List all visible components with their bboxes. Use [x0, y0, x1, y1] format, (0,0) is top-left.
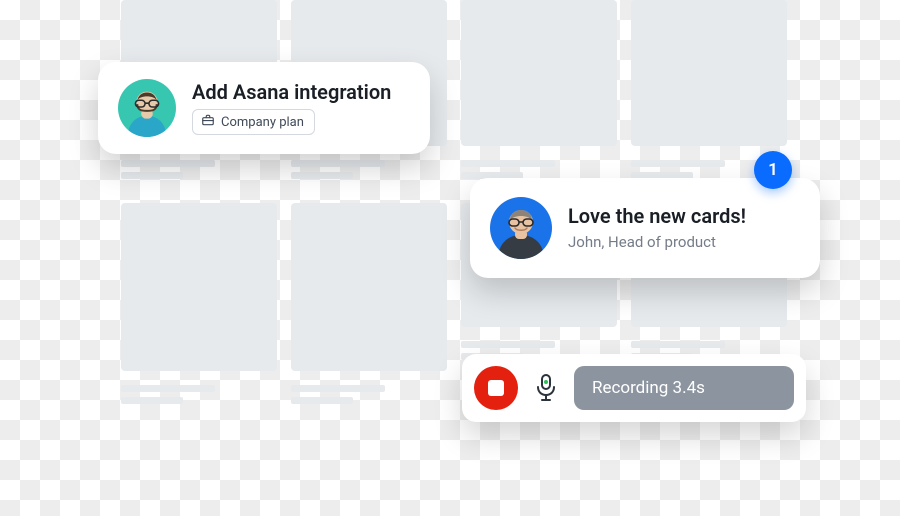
- ghost-card: [291, 203, 447, 371]
- ghost-card: [121, 203, 277, 371]
- recording-label: Recording 3.4s: [592, 378, 705, 398]
- board-column: [121, 0, 277, 404]
- ghost-meta: [121, 160, 277, 179]
- stop-button[interactable]: [474, 366, 518, 410]
- ghost-card: [631, 0, 787, 146]
- briefcase-icon: [201, 113, 215, 131]
- comment-bubble-love-cards[interactable]: Love the new cards! John, Head of produc…: [470, 178, 820, 278]
- recording-bar: Recording 3.4s: [462, 354, 806, 422]
- ghost-meta: [291, 160, 447, 179]
- stop-icon: [488, 380, 504, 396]
- ghost-card: [461, 0, 617, 146]
- board-column: [291, 0, 447, 404]
- microphone-icon[interactable]: [530, 373, 562, 403]
- notification-badge[interactable]: 1: [754, 151, 792, 189]
- avatar: [490, 197, 552, 259]
- ghost-meta: [291, 385, 447, 404]
- comment-subtitle: John, Head of product: [568, 233, 746, 251]
- tag-label: Company plan: [221, 115, 304, 130]
- comment-title: Add Asana integration: [192, 81, 391, 103]
- badge-count: 1: [768, 160, 778, 180]
- ghost-meta: [461, 160, 617, 179]
- tag-company-plan[interactable]: Company plan: [192, 109, 315, 135]
- avatar: [118, 79, 176, 137]
- recording-status-pill: Recording 3.4s: [574, 366, 794, 410]
- comment-title: Love the new cards!: [568, 205, 746, 227]
- ghost-meta: [121, 385, 277, 404]
- comment-bubble-asana[interactable]: Add Asana integration Company plan: [98, 62, 430, 154]
